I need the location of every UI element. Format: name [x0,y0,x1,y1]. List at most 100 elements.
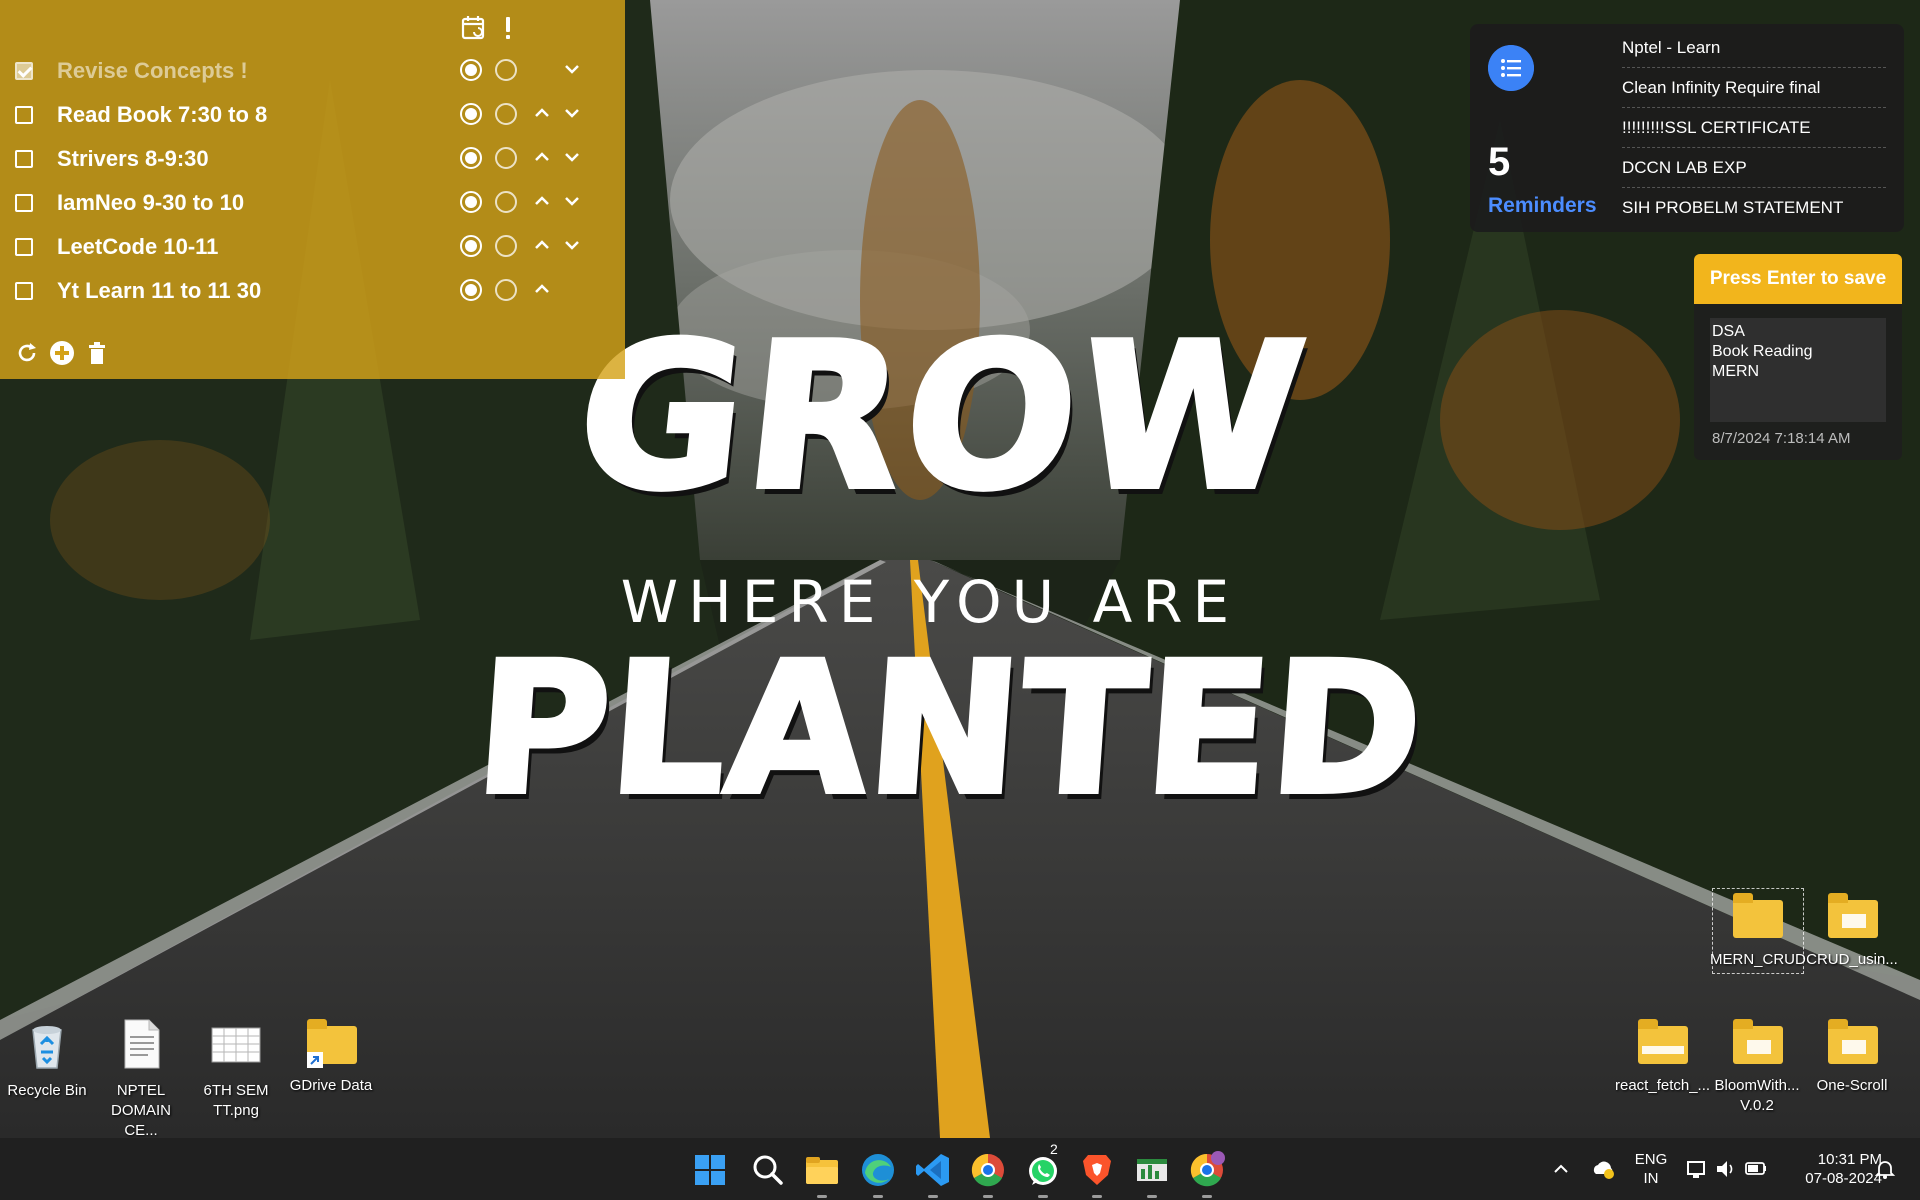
note-line: MERN [1712,363,1760,380]
reminder-item[interactable]: DCCN LAB EXP [1622,148,1886,188]
notification-icon[interactable] [1874,1158,1896,1180]
chevron-down-icon[interactable] [562,59,582,79]
calendar-icon[interactable] [460,14,488,42]
desktop-icon-one-scroll[interactable]: One-Scroll [1805,1018,1899,1096]
desktop-icon-mern-crud[interactable]: MERN_CRUD [1710,892,1806,970]
sticky-note-widget: Press Enter to save DSA Book Reading MER… [1694,254,1902,460]
priority-radio-selected[interactable] [460,235,482,257]
priority-radio[interactable] [495,59,517,81]
todo-item[interactable]: IamNeo 9-30 to 10 [0,185,625,225]
clock[interactable]: 10:31 PM 07-08-2024 [1790,1150,1882,1188]
todo-item-label: Revise Concepts ! [57,58,248,83]
desktop-icon-react-fetch[interactable]: react_fetch_... [1615,1018,1710,1096]
refresh-icon[interactable] [14,340,40,366]
desktop-icon-crud-usin[interactable]: CRUD_usin... [1805,892,1899,970]
desktop-icon-label: MERN_CRUD [1710,951,1806,968]
chevron-up-icon[interactable] [1552,1160,1570,1178]
priority-radio-selected[interactable] [460,191,482,213]
desktop-icon-label: GDrive Data [289,1077,373,1094]
desktop-icon-label: 6TH SEM TT.png [203,1082,269,1119]
todo-item[interactable]: Yt Learn 11 to 11 30 [0,273,625,313]
note-line: DSA [1712,323,1745,340]
chevron-down-icon[interactable] [562,147,582,167]
todo-checkbox[interactable] [15,282,33,300]
reminders-label: Reminders [1488,194,1597,217]
language-line-1: ENG [1634,1151,1668,1168]
vscode-icon[interactable] [914,1151,952,1198]
start-icon[interactable] [691,1151,729,1189]
todo-item-label: Strivers 8-9:30 [57,146,209,171]
wallpaper-text-grow: GROW [565,298,1320,537]
desktop-icon-gdrive-data[interactable]: GDrive Data [284,1018,378,1096]
desktop-icon-recycle-bin[interactable]: Recycle Bin [0,1018,94,1101]
folder-icon [1731,892,1783,944]
todo-checkbox[interactable] [15,238,33,256]
todo-item[interactable]: LeetCode 10-11 [0,229,625,269]
chevron-down-icon[interactable] [562,191,582,211]
network-icon[interactable] [1686,1158,1708,1180]
running-indicator [928,1195,938,1198]
todo-checkbox[interactable] [15,106,33,124]
edge-icon[interactable] [859,1151,897,1198]
taskbar: 2 ENG IN 10:31 PM 07-08-2024 [0,1138,1920,1200]
todo-item[interactable]: Read Book 7:30 to 8 [0,97,625,137]
chevron-down-icon[interactable] [562,235,582,255]
chevron-down-icon[interactable] [562,103,582,123]
list-icon[interactable] [1488,45,1534,91]
chrome-profile-icon[interactable] [1188,1151,1226,1198]
todo-item[interactable]: Revise Concepts ! [0,53,625,93]
desktop-icon-bloomwith[interactable]: BloomWith... V.0.2 [1710,1018,1804,1116]
priority-radio[interactable] [495,147,517,169]
desktop-icon-label: One-Scroll [1816,1077,1888,1094]
sticky-notes-icon[interactable] [1133,1151,1171,1198]
chevron-up-icon[interactable] [532,191,552,211]
reminder-item[interactable]: Nptel - Learn [1622,28,1886,68]
desktop-icon-tt-png[interactable]: 6TH SEM TT.png [189,1018,283,1121]
reminder-item[interactable]: SIH PROBELM STATEMENT [1622,188,1886,228]
chevron-up-icon[interactable] [532,103,552,123]
note-line: Book Reading [1712,343,1813,360]
note-textarea[interactable]: DSA Book Reading MERN [1710,318,1886,422]
brave-icon[interactable] [1078,1151,1116,1198]
priority-radio[interactable] [495,103,517,125]
todo-item[interactable]: Strivers 8-9:30 [0,141,625,181]
priority-radio[interactable] [495,235,517,257]
todo-checkbox[interactable] [15,150,33,168]
reminder-item[interactable]: !!!!!!!!!SSL CERTIFICATE [1622,108,1886,148]
desktop-icon-nptel[interactable]: NPTEL DOMAIN CE... [94,1018,188,1141]
priority-radio[interactable] [495,279,517,301]
save-hint-header[interactable]: Press Enter to save [1694,254,1902,304]
chevron-up-icon[interactable] [532,235,552,255]
priority-radio[interactable] [495,191,517,213]
battery-icon[interactable] [1744,1158,1768,1180]
priority-radio-selected[interactable] [460,147,482,169]
priority-radio-selected[interactable] [460,103,482,125]
image-file-icon [211,1027,261,1063]
todo-item-label: Yt Learn 11 to 11 30 [57,278,262,303]
todo-checkbox[interactable] [15,194,33,212]
running-indicator [873,1195,883,1198]
todo-item-label: IamNeo 9-30 to 10 [57,190,245,215]
whatsapp-icon[interactable]: 2 [1024,1141,1062,1198]
exclamation-icon[interactable] [500,14,516,42]
search-icon[interactable] [749,1151,787,1189]
reminder-item[interactable]: Clean Infinity Require final [1622,68,1886,108]
todo-checkbox[interactable] [15,62,33,80]
file-explorer-icon[interactable] [803,1151,841,1198]
running-indicator [1092,1195,1102,1198]
desktop-icon-label: NPTEL DOMAIN CE... [111,1082,171,1139]
volume-icon[interactable] [1714,1158,1736,1180]
language-indicator[interactable]: ENG IN [1630,1150,1672,1188]
delete-icon[interactable] [84,340,110,366]
chevron-up-icon[interactable] [532,279,552,299]
document-icon [124,1019,160,1069]
reminder-count: 5 [1488,140,1511,184]
onedrive-icon[interactable] [1590,1156,1616,1182]
chrome-icon[interactable] [969,1151,1007,1198]
chevron-up-icon[interactable] [532,147,552,167]
folder-icon [1731,1018,1783,1070]
priority-radio-selected[interactable] [460,279,482,301]
add-icon[interactable] [49,340,75,366]
priority-radio-selected[interactable] [460,59,482,81]
clock-time: 10:31 PM [1817,1151,1882,1168]
